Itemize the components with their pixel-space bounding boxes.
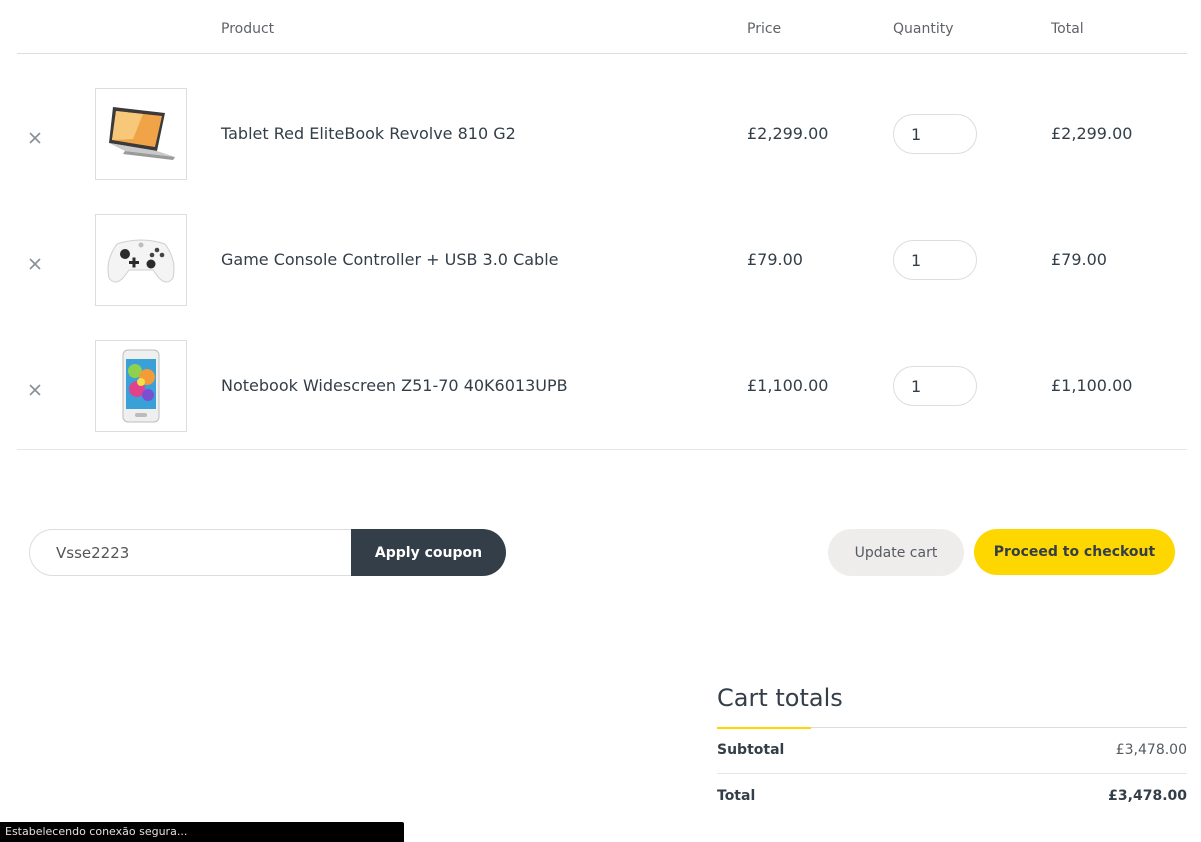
- gamepad-icon: [107, 239, 175, 283]
- header-total: Total: [1051, 21, 1084, 37]
- proceed-to-checkout-button[interactable]: Proceed to checkout: [974, 529, 1175, 575]
- laptop-icon: [109, 107, 175, 160]
- product-price: £79.00: [747, 250, 803, 269]
- product-price: £1,100.00: [747, 376, 829, 395]
- remove-item-button[interactable]: [27, 256, 43, 272]
- product-total: £1,100.00: [1051, 376, 1133, 395]
- cart-table: Product Price Quantity Total Tablet Red …: [17, 0, 1187, 450]
- quantity-input[interactable]: [893, 114, 977, 154]
- remove-item-button[interactable]: [27, 130, 43, 146]
- total-value: £3,478.00: [1108, 788, 1187, 804]
- product-thumbnail[interactable]: [95, 340, 187, 432]
- close-icon: [29, 258, 41, 270]
- update-cart-button[interactable]: Update cart: [828, 529, 964, 576]
- product-thumbnail[interactable]: [95, 88, 187, 180]
- cart-totals-title-text: Cart totals: [717, 684, 843, 712]
- subtotal-value: £3,478.00: [1115, 742, 1187, 758]
- product-name[interactable]: Tablet Red EliteBook Revolve 810 G2: [221, 124, 516, 143]
- remove-item-button[interactable]: [27, 382, 43, 398]
- apply-coupon-button[interactable]: Apply coupon: [351, 529, 506, 576]
- quantity-input[interactable]: [893, 366, 977, 406]
- cart-totals: Cart totals Subtotal £3,478.00 Total £3,…: [717, 682, 1187, 820]
- cart-row: Notebook Widescreen Z51-70 40K6013UPB £1…: [17, 322, 1187, 448]
- close-icon: [29, 384, 41, 396]
- product-total: £2,299.00: [1051, 124, 1133, 143]
- cart-table-header: Product Price Quantity Total: [17, 0, 1187, 54]
- subtotal-label: Subtotal: [717, 742, 785, 758]
- header-price: Price: [747, 21, 782, 37]
- product-name[interactable]: Notebook Widescreen Z51-70 40K6013UPB: [221, 376, 568, 395]
- product-total: £79.00: [1051, 250, 1107, 269]
- browser-status-bar: Estabelecendo conexão segura...: [0, 822, 404, 842]
- cart-totals-title: Cart totals: [717, 682, 1187, 729]
- smartphone-icon: [122, 349, 160, 423]
- close-icon: [29, 132, 41, 144]
- cart-rows: Tablet Red EliteBook Revolve 810 G2 £2,2…: [17, 54, 1187, 450]
- quantity-input[interactable]: [893, 240, 977, 280]
- subtotal-row: Subtotal £3,478.00: [717, 728, 1187, 774]
- header-product: Product: [221, 21, 275, 37]
- cart-row: Tablet Red EliteBook Revolve 810 G2 £2,2…: [17, 70, 1187, 196]
- total-row: Total £3,478.00: [717, 774, 1187, 820]
- cart-row: Game Console Controller + USB 3.0 Cable …: [17, 196, 1187, 322]
- product-thumbnail[interactable]: [95, 214, 187, 306]
- product-name[interactable]: Game Console Controller + USB 3.0 Cable: [221, 250, 558, 269]
- coupon-input[interactable]: [29, 529, 369, 576]
- header-quantity: Quantity: [893, 21, 954, 37]
- product-price: £2,299.00: [747, 124, 829, 143]
- cart-page: Product Price Quantity Total Tablet Red …: [0, 0, 1201, 842]
- total-label: Total: [717, 788, 756, 804]
